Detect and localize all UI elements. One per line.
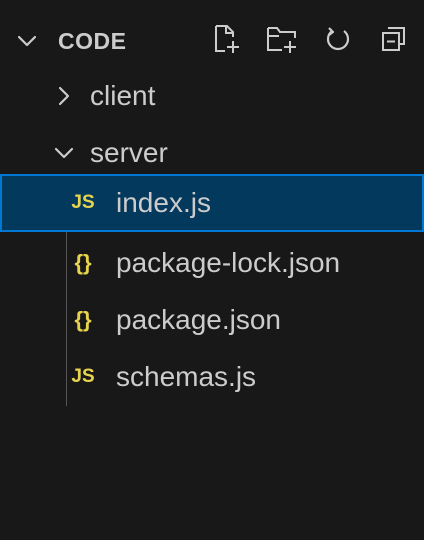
json-file-icon: {}: [74, 307, 92, 332]
folder-label: client: [90, 80, 156, 111]
file-label: package.json: [116, 304, 282, 335]
workspace-title: CODE: [58, 28, 127, 54]
collapse-all-icon[interactable]: [372, 18, 416, 60]
tree-file-package-json[interactable]: {} package.json: [0, 292, 424, 348]
new-folder-icon[interactable]: [260, 18, 304, 60]
chevron-down-icon: [52, 141, 76, 165]
js-file-icon: JS: [71, 366, 95, 387]
file-label: package-lock.json: [116, 247, 341, 278]
file-label: index.js: [116, 187, 211, 218]
tree-file-schemas-js[interactable]: JS schemas.js: [0, 349, 424, 405]
tree-file-package-lock-json[interactable]: {} package-lock.json: [0, 235, 424, 291]
js-file-icon: JS: [71, 192, 95, 213]
explorer-panel: CODE client server JS index.js {} packag…: [0, 0, 424, 540]
tree-folder-client[interactable]: client: [0, 68, 424, 124]
new-file-icon[interactable]: [204, 18, 248, 60]
refresh-icon[interactable]: [316, 18, 360, 60]
folder-label: server: [90, 137, 168, 168]
chevron-right-icon: [52, 84, 76, 108]
file-label: schemas.js: [116, 361, 257, 392]
json-file-icon: {}: [74, 250, 92, 275]
explorer-toolbar: [204, 18, 416, 60]
tree-file-index-js[interactable]: JS index.js: [0, 174, 424, 232]
tree-folder-server[interactable]: server: [0, 125, 424, 181]
chevron-down-icon[interactable]: [14, 28, 40, 54]
